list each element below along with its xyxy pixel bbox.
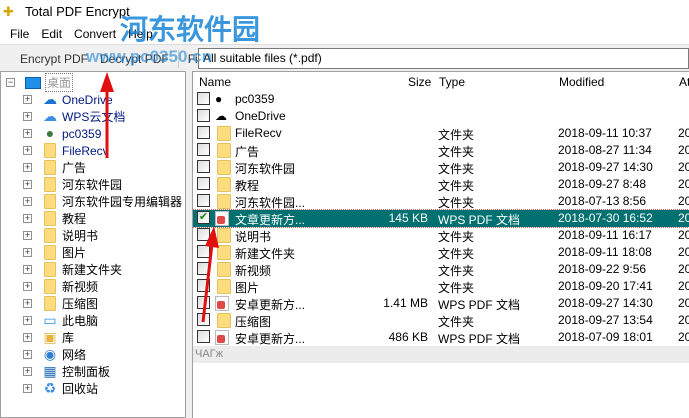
red-arrow-up-toolbar bbox=[100, 72, 114, 158]
red-arrow-up-checkbox bbox=[201, 226, 219, 323]
annotation-arrows bbox=[100, 72, 219, 323]
